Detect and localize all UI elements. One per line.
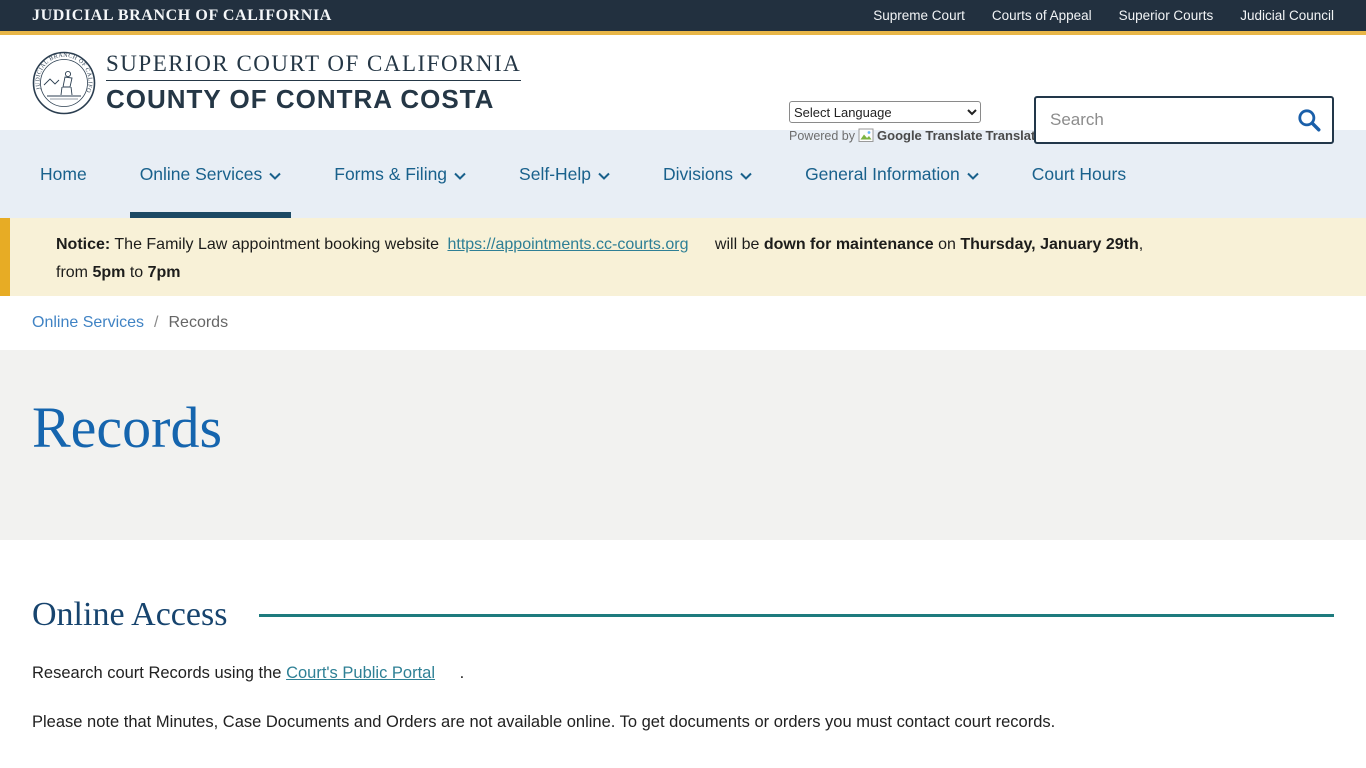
notice-line-1: Notice: The Family Law appointment booki… [56,231,1336,259]
nav-label: Divisions [663,164,733,185]
nav-item-forms-filing[interactable]: Forms & Filing [324,130,476,218]
nav-label: Online Services [140,164,263,185]
online-access-heading-row: Online Access [32,596,1334,634]
maintenance-notice-banner: Notice: The Family Law appointment booki… [0,218,1366,296]
site-name-line2: COUNTY OF CONTRA COSTA [106,84,521,115]
appointments-link[interactable]: https://appointments.cc-courts.org [447,236,688,253]
government-top-bar: JUDICIAL BRANCH OF CALIFORNIA Supreme Co… [0,0,1366,35]
top-link-superior-courts[interactable]: Superior Courts [1119,8,1214,23]
main-content: Online Access Research court Records usi… [0,540,1366,732]
judicial-branch-title: JUDICIAL BRANCH OF CALIFORNIA [32,7,332,25]
public-portal-link[interactable]: Court's Public Portal [286,664,435,682]
top-link-courts-of-appeal[interactable]: Courts of Appeal [992,8,1092,23]
nav-item-divisions[interactable]: Divisions [653,130,762,218]
chevron-down-icon [740,172,752,180]
page-title-band: Records [0,350,1366,540]
site-name-line1: SUPERIOR COURT OF CALIFORNIA [106,51,521,81]
notice-line-2: from 5pm to 7pm [56,259,1336,287]
nav-label: General Information [805,164,960,185]
nav-item-court-hours[interactable]: Court Hours [1022,130,1136,218]
language-select[interactable]: Select Language [789,101,981,123]
breadcrumb-online-services[interactable]: Online Services [32,314,144,332]
site-header: JUDICIAL BRANCH OF CALIFORNIA SUPERIOR C… [0,35,1366,130]
chevron-down-icon [269,172,281,180]
nav-label: Forms & Filing [334,164,447,185]
portal-paragraph: Research court Records using the Court's… [32,664,1334,683]
breadcrumb: Online Services / Records [0,296,1366,350]
section-divider-rule [259,614,1334,617]
breadcrumb-current: Records [169,314,229,332]
nav-label: Court Hours [1032,164,1126,185]
court-seal-logo: JUDICIAL BRANCH OF CALIFORNIA [32,51,96,115]
notice-label: Notice: [56,236,110,253]
search-icon [1296,107,1322,133]
nav-item-online-services[interactable]: Online Services [130,130,292,218]
top-link-supreme-court[interactable]: Supreme Court [873,8,965,23]
chevron-down-icon [598,172,610,180]
online-access-heading: Online Access [32,596,227,634]
breadcrumb-separator: / [154,314,158,332]
nav-label: Home [40,164,87,185]
chevron-down-icon [454,172,466,180]
nav-item-home[interactable]: Home [30,130,97,218]
site-name: SUPERIOR COURT OF CALIFORNIA COUNTY OF C… [106,51,521,115]
top-link-judicial-council[interactable]: Judicial Council [1240,8,1334,23]
nav-item-self-help[interactable]: Self-Help [509,130,620,218]
search-button[interactable] [1286,98,1332,142]
top-bar-links: Supreme Court Courts of Appeal Superior … [873,8,1334,23]
chevron-down-icon [967,172,979,180]
nav-label: Self-Help [519,164,591,185]
records-note-paragraph: Please note that Minutes, Case Documents… [32,713,1334,732]
page-title: Records [32,394,1334,461]
nav-item-general-information[interactable]: General Information [795,130,989,218]
